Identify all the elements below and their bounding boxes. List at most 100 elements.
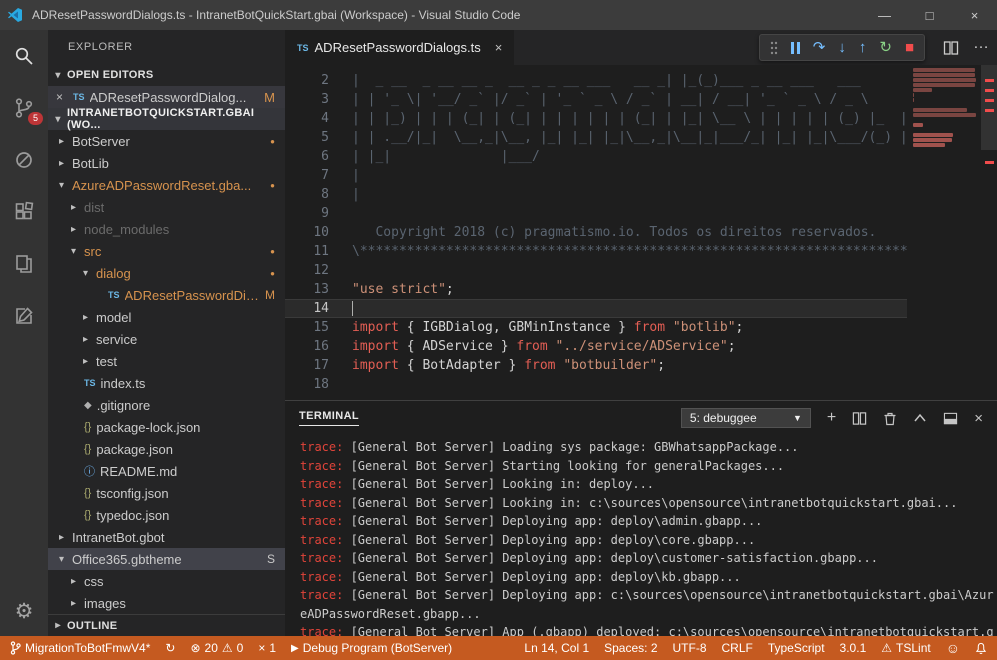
tab-close-icon[interactable]: × bbox=[495, 40, 503, 55]
scrollbar-thumb[interactable] bbox=[981, 65, 997, 150]
tree-item[interactable]: ▸BotServer● bbox=[48, 130, 285, 152]
eol-indicator[interactable]: CRLF bbox=[722, 641, 753, 655]
code-line[interactable]: 2| _ __ _ __ __ _ __ _ _ __ ___ __ _| |_… bbox=[285, 71, 907, 90]
minimap[interactable] bbox=[909, 67, 981, 400]
tree-item[interactable]: ▸images bbox=[48, 592, 285, 614]
tree-item[interactable]: ▾dialog● bbox=[48, 262, 285, 284]
workspace-section-header[interactable]: ▾ INTRANETBOTQUICKSTART.GBAI (WO... bbox=[48, 108, 285, 130]
title-bar: ADResetPasswordDialogs.ts - IntranetBotQ… bbox=[0, 0, 997, 30]
language-indicator[interactable]: TypeScript bbox=[768, 641, 825, 655]
code-line[interactable]: 17import { BotAdapter } from "botbuilder… bbox=[285, 356, 907, 375]
code-line[interactable]: 9 bbox=[285, 204, 907, 223]
tree-item[interactable]: ▾AzureADPasswordReset.gba...● bbox=[48, 174, 285, 196]
maximize-button[interactable]: □ bbox=[907, 0, 952, 30]
code-line[interactable]: 15import { IGBDialog, GBMinInstance } fr… bbox=[285, 318, 907, 337]
indentation-indicator[interactable]: Spaces: 2 bbox=[604, 641, 657, 655]
terminal-output[interactable]: trace: [General Bot Server] Loading sys … bbox=[285, 435, 997, 636]
tree-item[interactable]: {}package.json bbox=[48, 438, 285, 460]
tree-item-label: dialog bbox=[96, 266, 131, 281]
tree-item-label: Office365.gbtheme bbox=[72, 552, 182, 567]
feedback-smiley-icon[interactable]: ☺ bbox=[946, 640, 960, 656]
sync-button[interactable]: ↻ bbox=[165, 641, 175, 655]
tree-item[interactable]: TSindex.ts bbox=[48, 372, 285, 394]
terminal-selector[interactable]: 5: debuggee ▼ bbox=[681, 408, 811, 428]
tab-adresetpassworddialogs[interactable]: TS ADResetPasswordDialogs.ts × bbox=[285, 30, 514, 65]
tree-item[interactable]: ▾Office365.gbthemeS bbox=[48, 548, 285, 570]
chevron-right-icon: ▸ bbox=[56, 136, 67, 147]
tree-item[interactable]: {}tsconfig.json bbox=[48, 482, 285, 504]
code-line[interactable]: 10 Copyright 2018 (c) pragmatismo.io. To… bbox=[285, 223, 907, 242]
code-line[interactable]: 16import { ADService } from "../service/… bbox=[285, 337, 907, 356]
chevron-right-icon: ▸ bbox=[56, 532, 67, 543]
tree-item[interactable]: ⓘREADME.md bbox=[48, 460, 285, 482]
debug-launch-indicator[interactable]: ▶ Debug Program (BotServer) bbox=[291, 641, 452, 655]
encoding-indicator[interactable]: UTF-8 bbox=[673, 641, 707, 655]
open-editors-section-header[interactable]: ▾ OPEN EDITORS bbox=[48, 64, 285, 86]
toggle-panel-icon[interactable] bbox=[943, 412, 958, 425]
extensions-icon[interactable] bbox=[11, 199, 37, 225]
code-line[interactable]: 8| bbox=[285, 185, 907, 204]
kill-terminal-icon[interactable] bbox=[883, 411, 897, 426]
tslint-indicator[interactable]: ⚠ TSLint bbox=[881, 641, 930, 655]
git-branch-indicator[interactable]: MigrationToBotFmwV4* bbox=[10, 641, 150, 655]
step-over-icon[interactable]: ↷ bbox=[813, 40, 826, 55]
code-line[interactable]: 7| bbox=[285, 166, 907, 185]
step-into-icon[interactable]: ↓ bbox=[838, 40, 846, 55]
tree-item[interactable]: ▸node_modules bbox=[48, 218, 285, 240]
tree-item[interactable]: ◆.gitignore bbox=[48, 394, 285, 416]
tree-item[interactable]: ▸test bbox=[48, 350, 285, 372]
tree-item[interactable]: {}typedoc.json bbox=[48, 504, 285, 526]
minimize-button[interactable]: — bbox=[862, 0, 907, 30]
code-line[interactable]: 5| | .__/|_| \__,_|\__, |_| |_| |_|\__,_… bbox=[285, 128, 907, 147]
debug-icon[interactable] bbox=[11, 147, 37, 173]
split-terminal-icon[interactable] bbox=[852, 411, 867, 426]
tree-item[interactable]: ▾src● bbox=[48, 240, 285, 262]
notifications-bell-icon[interactable] bbox=[975, 642, 987, 655]
outline-section-header[interactable]: ▸ OUTLINE bbox=[48, 614, 285, 636]
code-line[interactable]: 4| | |_) | | | (_| | (_| | | | | | | (_|… bbox=[285, 109, 907, 128]
tree-item[interactable]: TSADResetPasswordDial...M bbox=[48, 284, 285, 306]
code-line[interactable]: 6| |_| |___/ bbox=[285, 147, 907, 166]
open-editor-item[interactable]: × TS ADResetPasswordDialog... M bbox=[48, 86, 285, 108]
pause-icon[interactable] bbox=[791, 42, 800, 54]
cursor-position[interactable]: Ln 14, Col 1 bbox=[524, 641, 589, 655]
close-icon[interactable]: × bbox=[56, 90, 68, 104]
edit-icon[interactable] bbox=[11, 303, 37, 329]
documents-icon[interactable] bbox=[11, 251, 37, 277]
close-panel-icon[interactable]: × bbox=[974, 410, 983, 427]
search-icon[interactable] bbox=[11, 43, 37, 69]
code-line[interactable]: 13"use strict"; bbox=[285, 280, 907, 299]
tree-item[interactable]: ▸service bbox=[48, 328, 285, 350]
code-line[interactable]: 18 bbox=[285, 375, 907, 394]
new-terminal-icon[interactable]: + bbox=[827, 409, 836, 427]
tree-item[interactable]: ▸css bbox=[48, 570, 285, 592]
split-editor-icon[interactable] bbox=[943, 40, 959, 56]
code-line[interactable]: 11\*************************************… bbox=[285, 242, 907, 261]
restart-icon[interactable]: ↻ bbox=[879, 40, 892, 55]
tree-item-label: package.json bbox=[96, 442, 173, 457]
code-line[interactable]: 14 bbox=[285, 299, 907, 318]
line-number: 8 bbox=[285, 185, 329, 204]
more-actions-icon[interactable]: … bbox=[973, 35, 989, 53]
tree-item-label: BotServer bbox=[72, 134, 130, 149]
problems-indicator[interactable]: ⊗ 20 ⚠ 0 bbox=[190, 641, 243, 655]
tree-item[interactable]: ▸BotLib bbox=[48, 152, 285, 174]
aux-count-indicator[interactable]: × 1 bbox=[258, 641, 276, 655]
tree-item[interactable]: ▸model bbox=[48, 306, 285, 328]
tree-item[interactable]: ▸dist bbox=[48, 196, 285, 218]
tree-item[interactable]: ▸IntranetBot.gbot bbox=[48, 526, 285, 548]
code-editor[interactable]: 2| _ __ _ __ __ _ __ _ _ __ ___ __ _| |_… bbox=[285, 65, 997, 400]
stop-icon[interactable]: ■ bbox=[905, 40, 914, 55]
maximize-panel-icon[interactable] bbox=[913, 413, 927, 423]
tree-item[interactable]: {}package-lock.json bbox=[48, 416, 285, 438]
terminal-tab[interactable]: TERMINAL bbox=[299, 410, 359, 426]
code-line[interactable]: 12 bbox=[285, 261, 907, 280]
step-out-icon[interactable]: ↑ bbox=[859, 40, 867, 55]
close-button[interactable]: × bbox=[952, 0, 997, 30]
version-indicator[interactable]: 3.0.1 bbox=[840, 641, 867, 655]
source-control-icon[interactable]: 5 bbox=[11, 95, 37, 121]
tree-item-label: node_modules bbox=[84, 222, 169, 237]
drag-grip-icon[interactable] bbox=[770, 41, 778, 55]
code-line[interactable]: 3| | '_ \| '__/ _` |/ _` | '_ ` _ \ / _`… bbox=[285, 90, 907, 109]
settings-gear-icon[interactable]: ⚙ bbox=[15, 599, 34, 624]
